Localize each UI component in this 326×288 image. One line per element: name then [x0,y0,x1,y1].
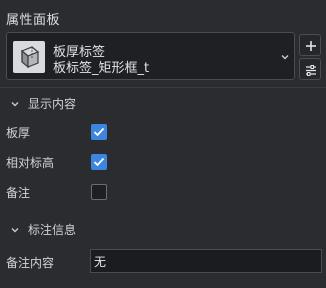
checkmark-icon [93,127,105,137]
chevron-down-icon [11,228,19,233]
row-label-remark-content: 备注内容 [6,256,55,270]
label-style-selector[interactable]: 板厚标签 板标签_矩形框_t [6,32,295,80]
section-label: 标注信息 [28,223,77,237]
section-label: 显示内容 [28,97,77,111]
selector-subtitle: 板标签_矩形框_t [53,61,150,76]
plus-icon [306,41,316,51]
chevron-down-icon[interactable] [280,52,290,62]
relative-elevation-checkbox[interactable] [91,154,107,170]
thickness-checkbox[interactable] [91,124,107,140]
header-divider [0,87,326,88]
panel-title: 属性面板 [6,13,61,28]
add-button[interactable] [299,34,321,56]
remark-content-input[interactable] [90,249,322,273]
chevron-down-icon [11,102,19,107]
row-label-relative-elevation: 相对标高 [6,156,55,170]
wireframe-cube-icon [13,41,45,73]
row-label-remark: 备注 [6,186,31,200]
row-label-thickness: 板厚 [6,126,31,140]
checkmark-icon [93,157,105,167]
sliders-icon [306,65,316,76]
remark-checkbox[interactable] [91,184,107,200]
settings-button[interactable] [299,58,321,80]
